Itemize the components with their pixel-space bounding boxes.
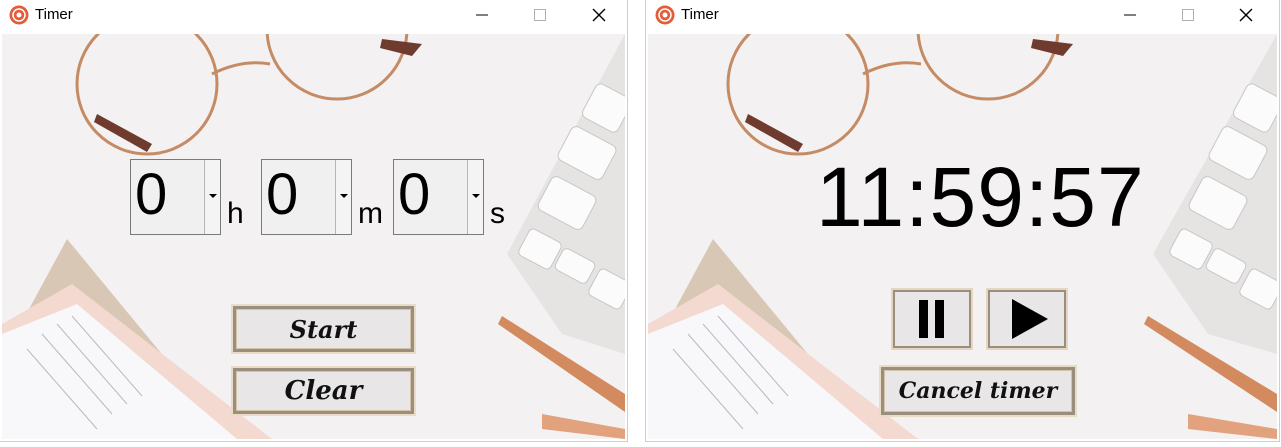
- cancel-timer-label: Cancel timer: [898, 378, 1058, 404]
- chevron-down-icon: [472, 194, 480, 198]
- pause-icon: [919, 300, 944, 338]
- countdown-display: 11:59:57: [816, 150, 1145, 244]
- minimize-button[interactable]: [459, 0, 505, 30]
- minutes-unit-label: m: [358, 197, 383, 230]
- close-button[interactable]: [1223, 0, 1269, 30]
- close-icon: [1239, 8, 1253, 22]
- minimize-button[interactable]: [1107, 0, 1153, 30]
- hours-unit-label: h: [227, 197, 244, 230]
- minimize-icon: [476, 14, 488, 16]
- start-button[interactable]: Start: [233, 306, 414, 352]
- play-icon: [1012, 299, 1048, 339]
- chevron-down-icon: [340, 194, 348, 198]
- maximize-button[interactable]: [1165, 0, 1211, 30]
- minutes-value[interactable]: 0: [266, 162, 298, 228]
- play-button[interactable]: [988, 290, 1066, 348]
- window-title: Timer: [681, 6, 719, 23]
- timer-setup-window: Timer 0 h 0 m 0 s Start Clear: [0, 0, 628, 442]
- minutes-spinbox[interactable]: 0: [261, 159, 352, 235]
- seconds-value[interactable]: 0: [398, 162, 430, 228]
- minimize-icon: [1124, 14, 1136, 16]
- title-bar[interactable]: Timer: [0, 0, 627, 32]
- seconds-dropdown-button[interactable]: [467, 160, 483, 234]
- hours-spinbox[interactable]: 0: [130, 159, 221, 235]
- seconds-spinbox[interactable]: 0: [393, 159, 484, 235]
- hours-dropdown-button[interactable]: [204, 160, 220, 234]
- timer-setup-canvas: 0 h 0 m 0 s Start Clear: [2, 34, 625, 439]
- clear-button-label: Clear: [284, 376, 363, 406]
- minutes-dropdown-button[interactable]: [335, 160, 351, 234]
- cancel-timer-button[interactable]: Cancel timer: [881, 367, 1075, 415]
- window-title: Timer: [35, 6, 73, 23]
- timer-running-window: Timer 11:59:57 Cancel timer: [645, 0, 1280, 442]
- clear-button[interactable]: Clear: [233, 368, 414, 414]
- maximize-icon: [534, 9, 546, 21]
- close-icon: [592, 8, 606, 22]
- chevron-down-icon: [209, 194, 217, 198]
- maximize-button[interactable]: [517, 0, 563, 30]
- seconds-unit-label: s: [490, 197, 505, 230]
- close-button[interactable]: [576, 0, 622, 30]
- pause-button[interactable]: [893, 290, 971, 348]
- timer-running-canvas: 11:59:57 Cancel timer: [648, 34, 1277, 439]
- maximize-icon: [1182, 9, 1194, 21]
- timer-app-icon: [655, 5, 675, 25]
- title-bar[interactable]: Timer: [646, 0, 1279, 32]
- hours-value[interactable]: 0: [135, 162, 167, 228]
- start-button-label: Start: [289, 314, 358, 344]
- timer-app-icon: [9, 5, 29, 25]
